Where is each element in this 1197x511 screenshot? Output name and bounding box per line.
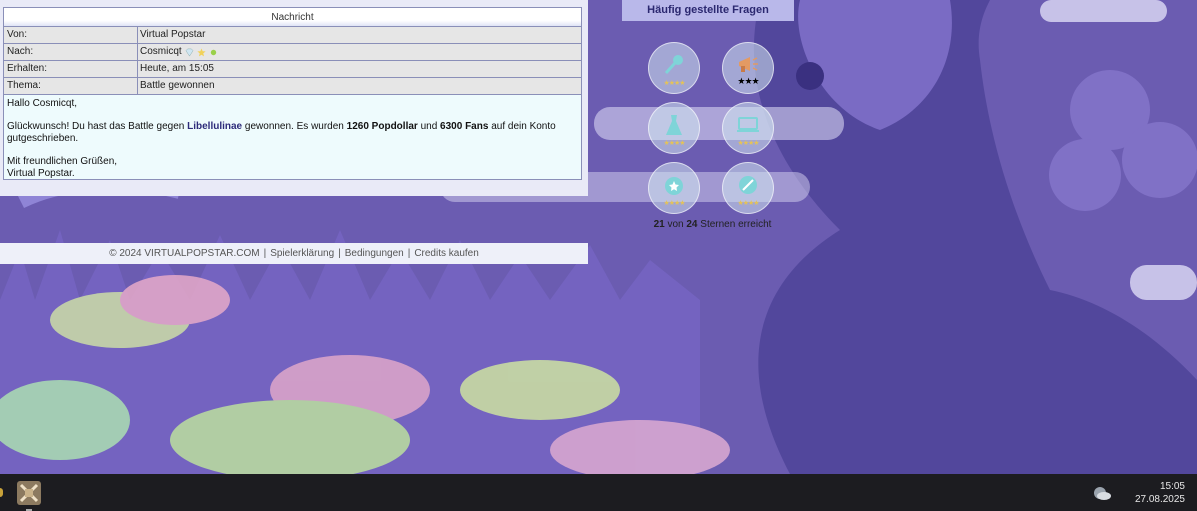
money-amount: 1260 Popdollar: [346, 121, 418, 132]
text-mid1: gewonnen. Es wurden: [244, 121, 344, 132]
medal-icon: [665, 177, 683, 195]
status-dot-icon: [210, 49, 216, 55]
taskbar-edge-indicator: [0, 488, 3, 497]
achievement-dress[interactable]: ★★★★: [648, 102, 700, 154]
to-label: Nach:: [4, 44, 138, 60]
footer-separator: |: [338, 248, 341, 259]
stars-earned: 21: [653, 219, 665, 230]
from-value: Virtual Popstar: [138, 27, 581, 43]
closing-line-2: Virtual Popstar.: [7, 168, 75, 179]
subject-text: Battle gewonnen: [140, 80, 215, 91]
achievement-microphone[interactable]: ★★★★: [648, 42, 700, 94]
system-clock[interactable]: 15:05 27.08.2025: [1135, 480, 1185, 506]
megaphone-icon: [739, 57, 758, 72]
taskbar: 15:05 27.08.2025: [0, 474, 1197, 511]
message-header: Nachricht: [4, 8, 581, 27]
achievement-compass[interactable]: ★★★★: [722, 162, 774, 214]
message-row-received: Erhalten: Heute, am 15:05: [4, 61, 581, 78]
received-value: Heute, am 15:05: [138, 61, 581, 77]
closing-line-1: Mit freundlichen Grüßen,: [7, 156, 118, 167]
to-value: Cosmicqt: [138, 44, 581, 60]
weather-icon[interactable]: [1092, 485, 1112, 501]
greeting: Hallo Cosmicqt,: [7, 98, 78, 109]
closing: Mit freundlichen Grüßen, Virtual Popstar…: [7, 156, 578, 180]
achievement-stars: ★★★★: [737, 200, 759, 207]
opponent-link[interactable]: Libellulinae: [187, 121, 242, 132]
message-row-subject: Thema: Battle gewonnen: [4, 78, 581, 95]
achievement-stars: ★★★: [737, 76, 759, 86]
subject-label: Thema:: [4, 78, 138, 94]
diamond-icon: [185, 48, 194, 57]
received-time: Heute, am 15:05: [140, 63, 214, 74]
message-table: Nachricht Von: Virtual Popstar Nach: Cos…: [3, 7, 582, 180]
site-footer: © 2024 VIRTUALPOPSTAR.COM | Spielerklärung…: [0, 243, 588, 264]
game-app-icon: [19, 483, 39, 503]
footer-link-bedingungen[interactable]: Bedingungen: [345, 248, 404, 259]
subject-value: Battle gewonnen: [138, 78, 581, 94]
faq-button[interactable]: Häufig gestellte Fragen: [622, 0, 794, 21]
message-text: Glückwunsch! Du hast das Battle gegen Li…: [7, 121, 578, 145]
clock-time: 15:05: [1159, 481, 1185, 492]
laptop-icon: [737, 117, 759, 132]
stars-total: 24: [686, 219, 698, 230]
achievement-laptop[interactable]: ★★★★: [722, 102, 774, 154]
achievement-megaphone[interactable]: ★★★: [722, 42, 774, 94]
achievement-stars: ★★★★: [663, 200, 685, 207]
from-label: Von:: [4, 27, 138, 43]
footer-separator: |: [263, 248, 267, 259]
message-row-to: Nach: Cosmicqt: [4, 44, 581, 61]
achievement-stars: ★★★★: [663, 140, 685, 147]
stars-summary: 21 von 24 Sternen erreicht: [641, 219, 784, 230]
recipient-link[interactable]: Cosmicqt: [140, 44, 182, 60]
fans-amount: 6300 Fans: [440, 121, 489, 132]
achievement-stars: ★★★★: [737, 140, 759, 147]
message-body: Hallo Cosmicqt, Glückwunsch! Du hast das…: [4, 95, 581, 179]
footer-separator: |: [407, 248, 411, 259]
star-icon: [197, 47, 206, 56]
text-pre: Glückwunsch! Du hast das Battle gegen: [7, 121, 185, 132]
taskbar-app-button[interactable]: [17, 481, 41, 511]
footer-link-spielerklaerung[interactable]: Spielerklärung: [270, 248, 334, 259]
achievement-medal[interactable]: ★★★★: [648, 162, 700, 214]
received-label: Erhalten:: [4, 61, 138, 77]
achievement-stars: ★★★★: [663, 80, 685, 87]
text-mid2: und: [420, 121, 438, 132]
compass-icon: [739, 176, 757, 194]
message-panel: Nachricht Von: Virtual Popstar Nach: Cos…: [0, 0, 588, 196]
footer-link-credits-kaufen[interactable]: Credits kaufen: [414, 248, 478, 259]
dress-icon: [666, 115, 682, 135]
clock-date: 27.08.2025: [1134, 494, 1185, 505]
copyright: © 2024 VIRTUALPOPSTAR.COM: [109, 248, 260, 259]
message-row-from: Von: Virtual Popstar: [4, 27, 581, 44]
microphone-icon: [664, 55, 683, 75]
stars-suffix: Sternen erreicht: [700, 219, 772, 230]
stars-of: von: [667, 219, 684, 230]
from-name: Virtual Popstar: [140, 29, 206, 40]
